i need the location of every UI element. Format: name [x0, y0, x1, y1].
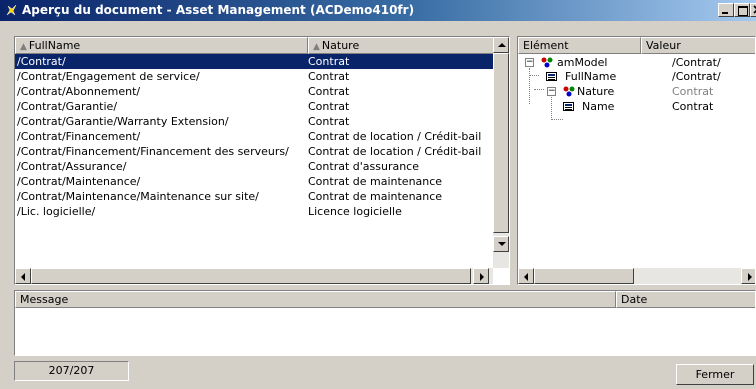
table-row[interactable]: /Contrat/Engagement de service/Contrat: [15, 69, 493, 84]
scroll-down-button[interactable]: [493, 236, 509, 252]
tree-label: FullName: [565, 70, 617, 83]
cell-fullname: /Contrat/Financement/Financement des ser…: [17, 145, 289, 158]
tree-node-nature[interactable]: − Nature Contrat: [518, 84, 755, 99]
sort-icon: ▲: [313, 42, 320, 52]
field-icon: [546, 72, 557, 81]
cell-nature: Contrat de maintenance: [308, 190, 443, 203]
table-row[interactable]: /Contrat/Financement/Financement des ser…: [15, 144, 493, 159]
object-icon: [563, 86, 575, 97]
tree-value: Contrat: [672, 85, 714, 98]
table-row[interactable]: /Contrat/Garantie/Contrat: [15, 99, 493, 114]
sort-icon: ▲: [20, 42, 27, 52]
arrow-right-icon: [480, 273, 484, 281]
cell-fullname: /Contrat/Garantie/Warranty Extension/: [17, 115, 229, 128]
scroll-left-button[interactable]: [15, 268, 31, 284]
messages-panel: Message Date: [14, 290, 756, 356]
cell-nature: Contrat de maintenance: [308, 175, 443, 188]
close-window-button[interactable]: [750, 3, 756, 17]
arrow-left-icon: [21, 273, 25, 281]
arrow-down-icon: [498, 242, 506, 246]
minimize-button[interactable]: [718, 3, 734, 17]
table-row[interactable]: /Contrat/Maintenance/Maintenance sur sit…: [15, 189, 493, 204]
column-header-element[interactable]: Elément: [518, 37, 641, 54]
cell-nature: Contrat: [308, 85, 350, 98]
table-row[interactable]: /Lic. logicielle/Licence logicielle: [15, 204, 493, 219]
column-header-nature[interactable]: ▲ Nature: [308, 37, 495, 54]
cell-nature: Contrat: [308, 55, 350, 68]
scroll-right-button[interactable]: [741, 268, 755, 284]
properties-tree: Elément Valeur − amModel /Contrat/ FullN…: [517, 36, 756, 285]
close-icon: [753, 5, 756, 14]
list-horizontal-scrollbar[interactable]: [15, 268, 493, 284]
cell-nature: Contrat d'assurance: [308, 160, 419, 173]
arrow-left-icon: [524, 273, 528, 281]
maximize-button[interactable]: [734, 3, 750, 17]
tree-line: [551, 119, 563, 120]
table-row[interactable]: /Contrat/Garantie/Warranty Extension/Con…: [15, 114, 493, 129]
cell-fullname: /Contrat/Maintenance/: [17, 175, 141, 188]
cell-nature: Contrat: [308, 70, 350, 83]
cell-fullname: /Contrat/: [17, 55, 66, 68]
scroll-right-button[interactable]: [473, 268, 489, 284]
column-header-date[interactable]: Date: [616, 291, 755, 308]
tree-node-ammodel[interactable]: − amModel /Contrat/: [518, 55, 755, 70]
collapse-icon[interactable]: −: [547, 87, 556, 96]
title-bar[interactable]: Aperçu du document - Asset Management (A…: [0, 0, 756, 21]
cell-fullname: /Contrat/Engagement de service/: [17, 70, 200, 83]
table-row[interactable]: /Contrat/Financement/Contrat de location…: [15, 129, 493, 144]
tree-value: /Contrat/: [672, 56, 721, 69]
cell-fullname: /Contrat/Abonnement/: [17, 85, 141, 98]
table-row[interactable]: /Contrat/Assurance/Contrat d'assurance: [15, 159, 493, 174]
document-list: ▲ FullName ▲ Nature /Contrat/Contrat/Contr…: [14, 36, 510, 285]
scroll-thumb[interactable]: [534, 268, 634, 284]
window-title: Aperçu du document - Asset Management (A…: [22, 3, 415, 17]
cell-fullname: /Lic. logicielle/: [17, 205, 96, 218]
tree-node-name[interactable]: Name Contrat: [518, 99, 755, 114]
tree-horizontal-scrollbar[interactable]: [518, 268, 755, 284]
record-count: 207/207: [14, 361, 129, 381]
cell-fullname: /Contrat/Assurance/: [17, 160, 127, 173]
tree-value: Contrat: [672, 100, 714, 113]
maximize-icon: [738, 6, 748, 16]
table-row[interactable]: /Contrat/Maintenance/Contrat de maintena…: [15, 174, 493, 189]
close-button[interactable]: Fermer: [676, 364, 754, 385]
scroll-up-button[interactable]: [493, 37, 509, 53]
cell-fullname: /Contrat/Garantie/: [17, 100, 118, 113]
cell-nature: Contrat: [308, 100, 350, 113]
arrow-right-icon: [748, 273, 752, 281]
tree-label: Nature: [577, 85, 615, 98]
app-icon: [6, 4, 17, 16]
cell-nature: Contrat de location / Crédit-bail: [308, 130, 482, 143]
cell-fullname: /Contrat/Maintenance/Maintenance sur sit…: [17, 190, 259, 203]
column-header-message[interactable]: Message: [15, 291, 616, 308]
cell-nature: Contrat de location / Crédit-bail: [308, 145, 482, 158]
tree-value: /Contrat/: [672, 70, 721, 83]
column-header-fullname[interactable]: ▲ FullName: [15, 37, 308, 54]
object-icon: [541, 57, 553, 68]
scroll-left-button[interactable]: [518, 268, 534, 284]
field-icon: [563, 102, 574, 111]
scroll-thumb[interactable]: [493, 53, 509, 233]
column-header-value[interactable]: Valeur: [641, 37, 755, 54]
cell-nature: Licence logicielle: [308, 205, 402, 218]
tree-node-fullname[interactable]: FullName /Contrat/: [518, 69, 755, 84]
cell-nature: Contrat: [308, 115, 350, 128]
collapse-icon[interactable]: −: [525, 58, 534, 67]
minimize-icon: [722, 12, 728, 14]
table-row[interactable]: /Contrat/Abonnement/Contrat: [15, 84, 493, 99]
cell-fullname: /Contrat/Financement/: [17, 130, 141, 143]
list-vertical-scrollbar[interactable]: [493, 37, 509, 268]
arrow-up-icon: [498, 43, 506, 47]
tree-label: amModel: [557, 56, 608, 69]
table-row[interactable]: /Contrat/Contrat: [15, 54, 493, 69]
tree-label: Name: [582, 100, 615, 113]
scroll-thumb[interactable]: [31, 268, 471, 284]
